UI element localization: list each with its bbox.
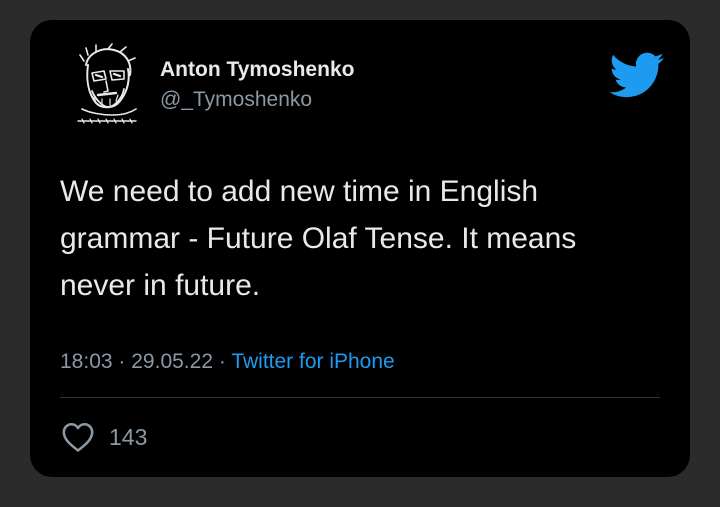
- meta-separator: ·: [118, 350, 126, 373]
- tweet-text: We need to add new time in English gramm…: [60, 175, 577, 302]
- divider: [60, 397, 660, 398]
- tweet-meta: 18:03 · 29.05.22 · Twitter for iPhone: [60, 350, 395, 374]
- meta-separator: ·: [218, 350, 226, 373]
- twitter-bird-icon: [609, 52, 664, 98]
- like-button[interactable]: 143: [61, 421, 147, 453]
- tweet-source[interactable]: Twitter for iPhone: [231, 350, 394, 373]
- tweet-time[interactable]: 18:03: [60, 350, 113, 373]
- likes-count: 143: [109, 423, 148, 450]
- avatar[interactable]: [72, 43, 142, 129]
- heart-icon[interactable]: [61, 421, 95, 453]
- author-name[interactable]: Anton Tymoshenko: [160, 58, 354, 82]
- tweet-date[interactable]: 29.05.22: [131, 350, 213, 373]
- author-handle[interactable]: @_Tymoshenko: [160, 88, 312, 112]
- tweet-card: Anton Tymoshenko @_Tymoshenko We need to…: [30, 20, 690, 477]
